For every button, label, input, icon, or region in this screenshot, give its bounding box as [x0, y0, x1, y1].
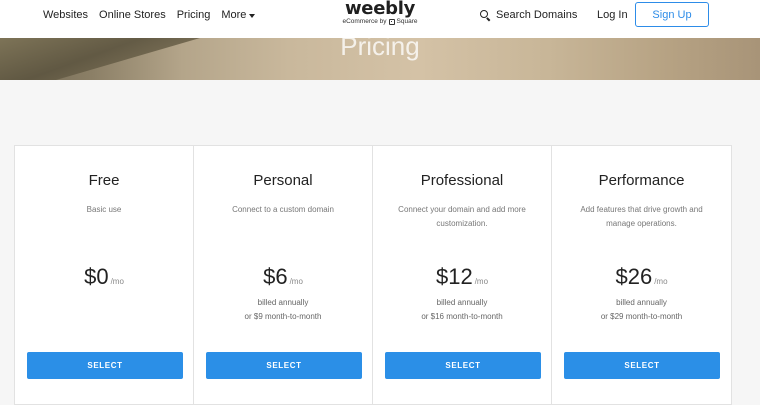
search-domains-label: Search Domains [496, 9, 578, 21]
billing-line: billed annually [616, 298, 667, 307]
plan-price: $0/mo [15, 264, 193, 290]
billing-line: billed annually [257, 298, 309, 307]
plan-price: $12/mo [373, 264, 551, 290]
price-amount: $12 [435, 264, 473, 289]
plan-billing: billed annually or $9 month-to-month [194, 296, 372, 324]
weebly-logo[interactable]: weebly eCommerce by Square [330, 0, 430, 25]
pricing-plans: Free Basic use $0/mo SELECT Personal Con… [14, 145, 732, 405]
logo-subtitle: eCommerce by Square [330, 18, 430, 25]
price-period: /mo [110, 277, 124, 286]
nav-online-stores[interactable]: Online Stores [99, 9, 166, 21]
nav-websites[interactable]: Websites [43, 9, 88, 21]
plan-description-line: Basic use [86, 205, 122, 214]
plan-description: Connect to a custom domain [204, 203, 362, 217]
logo-wordmark: weebly [344, 0, 416, 19]
price-amount: $26 [615, 264, 653, 289]
price-amount: $6 [263, 264, 288, 289]
logo-sub-prefix: eCommerce by [342, 18, 387, 25]
chevron-down-icon [249, 13, 256, 18]
billing-line: or $9 month-to-month [244, 312, 322, 321]
select-performance-button[interactable]: SELECT [564, 352, 720, 379]
plan-personal: Personal Connect to a custom domain $6/m… [194, 146, 373, 404]
primary-nav: Websites Online Stores Pricing More [43, 0, 256, 30]
plan-billing: billed annually or $29 month-to-month [552, 296, 731, 324]
top-navigation: Websites Online Stores Pricing More weeb… [0, 0, 760, 38]
plan-description-line: Connect your domain and add more [398, 205, 526, 214]
plan-name: Free [88, 172, 120, 189]
select-professional-button[interactable]: SELECT [385, 352, 541, 379]
plan-performance: Performance Add features that drive grow… [552, 146, 731, 404]
plan-description-line: Connect to a custom domain [232, 205, 334, 214]
plan-description-line: manage operations. [606, 219, 677, 228]
plan-professional: Professional Connect your domain and add… [373, 146, 552, 404]
logo-sub-brand: Square [396, 18, 418, 25]
price-amount: $0 [84, 264, 109, 289]
billing-line: billed annually [436, 298, 488, 307]
plan-description: Add features that drive growth and manag… [562, 203, 721, 231]
search-icon [480, 9, 491, 21]
page-title: Pricing [340, 38, 420, 61]
plan-billing: billed annually or $16 month-to-month [373, 296, 551, 324]
nav-more-label: More [221, 9, 247, 21]
search-domains-link[interactable]: Search Domains [480, 0, 577, 30]
price-period: /mo [289, 277, 303, 286]
square-logo-icon [388, 18, 395, 25]
billing-line: or $16 month-to-month [421, 312, 503, 321]
nav-more[interactable]: More [221, 9, 256, 21]
hero-banner: Pricing [0, 38, 760, 80]
plan-price: $6/mo [194, 264, 372, 290]
price-period: /mo [474, 277, 489, 286]
sign-up-button[interactable]: Sign Up [635, 2, 709, 27]
log-in-link[interactable]: Log In [597, 0, 628, 30]
plan-name: Personal [253, 172, 313, 189]
plan-name: Performance [598, 172, 685, 189]
select-free-button[interactable]: SELECT [27, 352, 183, 379]
billing-line: or $29 month-to-month [600, 312, 683, 321]
plan-description: Connect your domain and add more customi… [383, 203, 541, 231]
nav-pricing[interactable]: Pricing [177, 9, 211, 21]
price-period: /mo [654, 277, 668, 286]
plan-description-line: Add features that drive growth and [580, 205, 703, 214]
plan-price: $26/mo [552, 264, 731, 290]
plan-free: Free Basic use $0/mo SELECT [15, 146, 194, 404]
plan-description-line: customization. [436, 219, 488, 228]
plan-name: Professional [420, 172, 504, 189]
select-personal-button[interactable]: SELECT [206, 352, 362, 379]
plan-description: Basic use [25, 203, 183, 217]
